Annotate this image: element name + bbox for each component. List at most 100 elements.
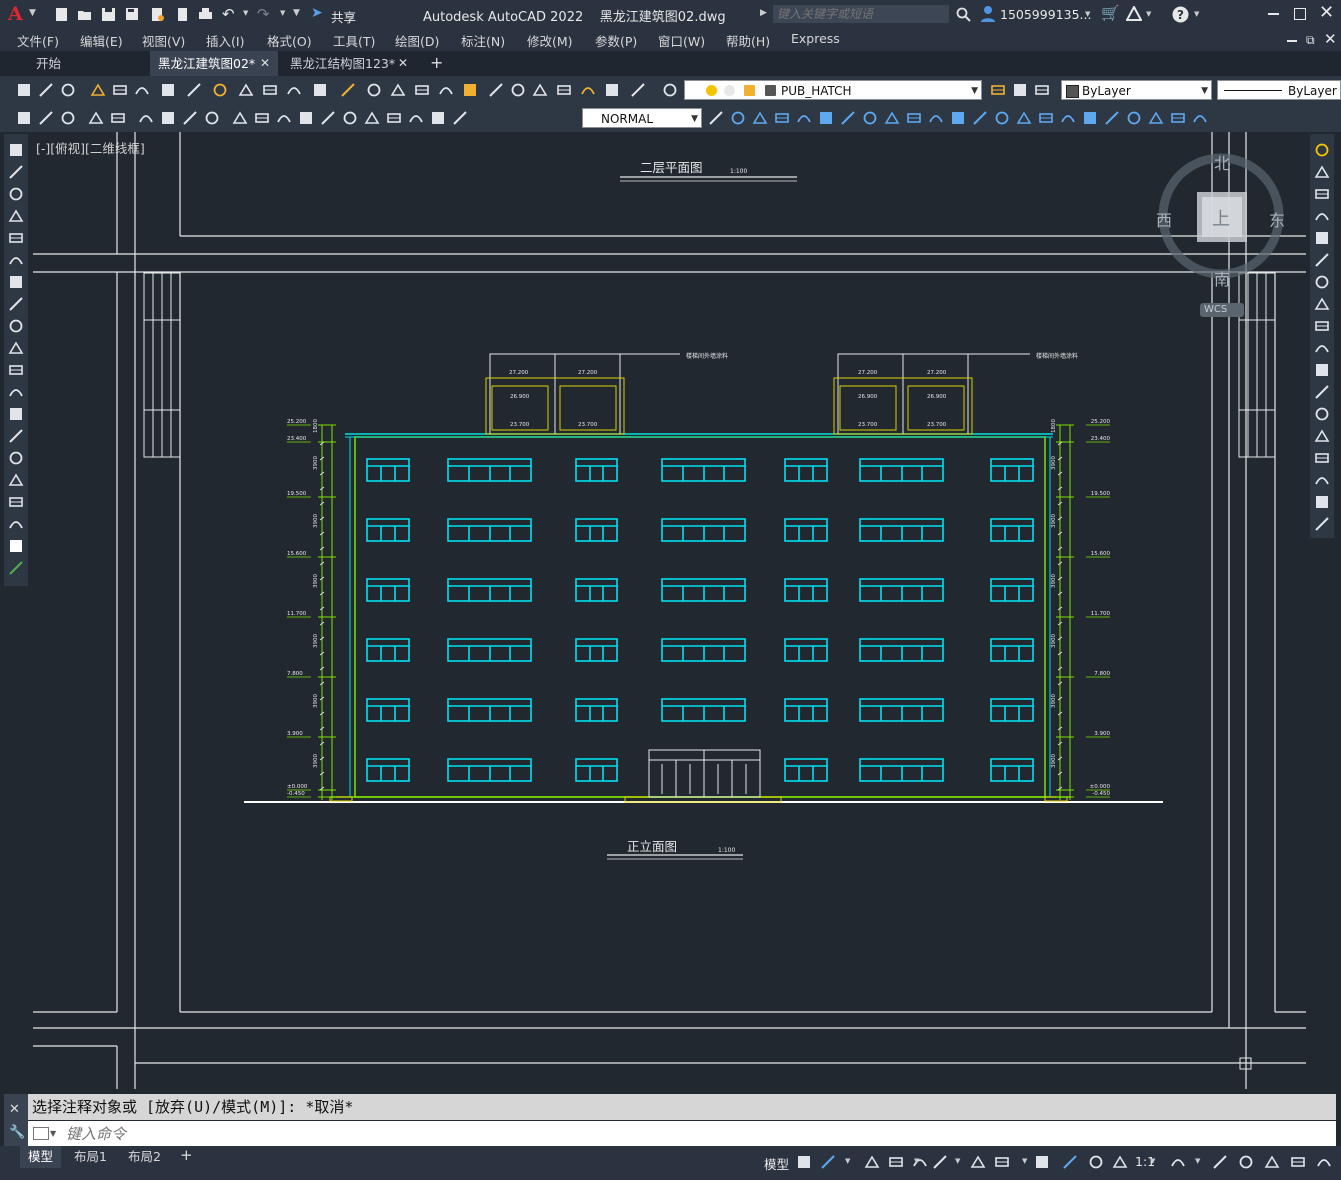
menu-dimension[interactable]: 标注(N): [461, 31, 505, 50]
pan-icon[interactable]: [366, 82, 382, 98]
rotate-icon[interactable]: [840, 110, 856, 126]
zoom-window-icon[interactable]: [414, 82, 430, 98]
mirror-icon[interactable]: [796, 110, 812, 126]
save-icon[interactable]: [101, 7, 116, 22]
lasso-icon[interactable]: [1148, 110, 1164, 126]
point-icon[interactable]: [8, 428, 24, 444]
tab-structure-123[interactable]: 黑龙江结构图123* ✕: [282, 51, 416, 76]
paste-icon[interactable]: [238, 82, 254, 98]
ellipse-icon[interactable]: [8, 340, 24, 356]
scale-icon[interactable]: [862, 110, 878, 126]
center-mark-icon[interactable]: [342, 110, 358, 126]
tolerance-icon[interactable]: [320, 110, 336, 126]
match-properties-icon[interactable]: [262, 82, 278, 98]
infer-constraints-icon[interactable]: [864, 1154, 880, 1170]
menu-parametric[interactable]: 参数(P): [595, 31, 637, 50]
chevron-down-icon[interactable]: ▼: [1194, 10, 1199, 18]
viewcube-west[interactable]: 西: [1156, 207, 1172, 231]
chevron-down-icon[interactable]: ▼: [1150, 1157, 1155, 1165]
share-button[interactable]: 共享: [331, 7, 356, 26]
search-icon[interactable]: [956, 7, 971, 22]
viewcube-north[interactable]: 北: [1214, 150, 1230, 174]
hatch-icon[interactable]: [8, 450, 24, 466]
wcs-menu[interactable]: WCS: [1200, 303, 1244, 317]
user-name[interactable]: 1505999135...: [1000, 7, 1091, 22]
isodraft-icon[interactable]: [970, 1154, 986, 1170]
explode-icon[interactable]: [1314, 516, 1330, 532]
layer-on-icon[interactable]: [706, 85, 717, 96]
autodesk-icon[interactable]: [1126, 6, 1142, 22]
chevron-down-icon[interactable]: ▼: [280, 9, 285, 17]
dim-diameter-icon[interactable]: [160, 110, 176, 126]
layer-iso-icon[interactable]: [1034, 82, 1050, 98]
doc-close-icon[interactable]: ✕: [1324, 30, 1337, 48]
gradient-icon[interactable]: [8, 472, 24, 488]
jogged-linear-icon[interactable]: [386, 110, 402, 126]
sheet-set-icon[interactable]: [532, 82, 548, 98]
extend-icon[interactable]: [1314, 362, 1330, 378]
dimstyle-icon[interactable]: [708, 110, 724, 126]
rectangle-icon[interactable]: [8, 230, 24, 246]
chevron-down-icon[interactable]: ▼: [914, 1157, 919, 1165]
help-icon[interactable]: ?: [1172, 6, 1189, 23]
tab-start[interactable]: 开始: [28, 51, 146, 76]
close-icon[interactable]: ✕: [9, 1102, 20, 1117]
tab-model[interactable]: 模型: [20, 1146, 62, 1168]
menu-draw[interactable]: 绘图(D): [395, 31, 439, 50]
model-space-button[interactable]: 模型: [764, 1154, 789, 1173]
viewcube[interactable]: 北 南 西 东 上 WCS: [1156, 150, 1296, 320]
doc-minimize-icon[interactable]: [1287, 40, 1297, 42]
chamfer-icon[interactable]: [1314, 450, 1330, 466]
color-dropdown[interactable]: ByLayer ▼: [1061, 80, 1212, 100]
viewcube-top-face[interactable]: 上: [1212, 205, 1230, 231]
dim-space-icon[interactable]: [276, 110, 292, 126]
minimize-icon[interactable]: [1268, 13, 1279, 15]
menu-help[interactable]: 帮助(H): [726, 31, 770, 50]
plot-icon[interactable]: [198, 7, 213, 22]
chevron-down-icon[interactable]: ▼: [845, 1157, 850, 1165]
copy-icon[interactable]: [730, 110, 746, 126]
help-icon[interactable]: [630, 82, 646, 98]
lineweight-icon[interactable]: [1034, 1154, 1050, 1170]
add-icon[interactable]: [1212, 1154, 1228, 1170]
menu-modify[interactable]: 修改(M): [527, 31, 573, 50]
revision-cloud-icon[interactable]: [8, 296, 24, 312]
scale-icon[interactable]: [1314, 296, 1330, 312]
tool-palettes-icon[interactable]: [510, 82, 526, 98]
move-icon[interactable]: [818, 110, 834, 126]
menu-view[interactable]: 视图(V): [142, 31, 185, 50]
trim-icon[interactable]: [1314, 340, 1330, 356]
chevron-down-icon[interactable]: ▼: [1146, 10, 1151, 18]
fillet-icon[interactable]: [1314, 472, 1330, 488]
wrench-icon[interactable]: 🔧: [9, 1125, 25, 1140]
close-icon[interactable]: ✕: [398, 51, 408, 76]
chevron-down-icon[interactable]: ▼: [243, 9, 248, 17]
ellipse-arc-icon[interactable]: [8, 362, 24, 378]
move-icon[interactable]: [1314, 252, 1330, 268]
join-icon[interactable]: [972, 110, 988, 126]
auto-scale-icon[interactable]: [1088, 1154, 1104, 1170]
close-icon[interactable]: ✕: [1319, 2, 1334, 23]
plot-icon[interactable]: [90, 82, 106, 98]
new-icon[interactable]: [16, 82, 32, 98]
construction-line-icon[interactable]: [8, 164, 24, 180]
dim-jogged-icon[interactable]: [138, 110, 154, 126]
break-at-point-icon[interactable]: [1314, 384, 1330, 400]
draworder-icon[interactable]: [1082, 110, 1098, 126]
chevron-right-icon[interactable]: ▶: [760, 8, 767, 18]
snap-icon[interactable]: [820, 1154, 836, 1170]
arc-icon[interactable]: [8, 252, 24, 268]
dim-linear-icon[interactable]: [16, 110, 32, 126]
polygon-icon[interactable]: [8, 208, 24, 224]
chevron-down-icon[interactable]: ▼: [1085, 10, 1090, 18]
stretch-icon[interactable]: [1314, 318, 1330, 334]
erase-icon[interactable]: [1314, 142, 1330, 158]
properties-icon[interactable]: [462, 82, 478, 98]
annotation-visibility-icon[interactable]: [1062, 1154, 1078, 1170]
blend-curves-icon[interactable]: [1314, 494, 1330, 510]
layer-freeze-icon[interactable]: [724, 85, 735, 96]
doc-restore-icon[interactable]: ⧉: [1306, 33, 1315, 48]
add-selected-icon[interactable]: [8, 560, 24, 576]
copy-icon[interactable]: [1314, 164, 1330, 180]
linetype-dropdown[interactable]: ByLayer: [1217, 80, 1341, 100]
